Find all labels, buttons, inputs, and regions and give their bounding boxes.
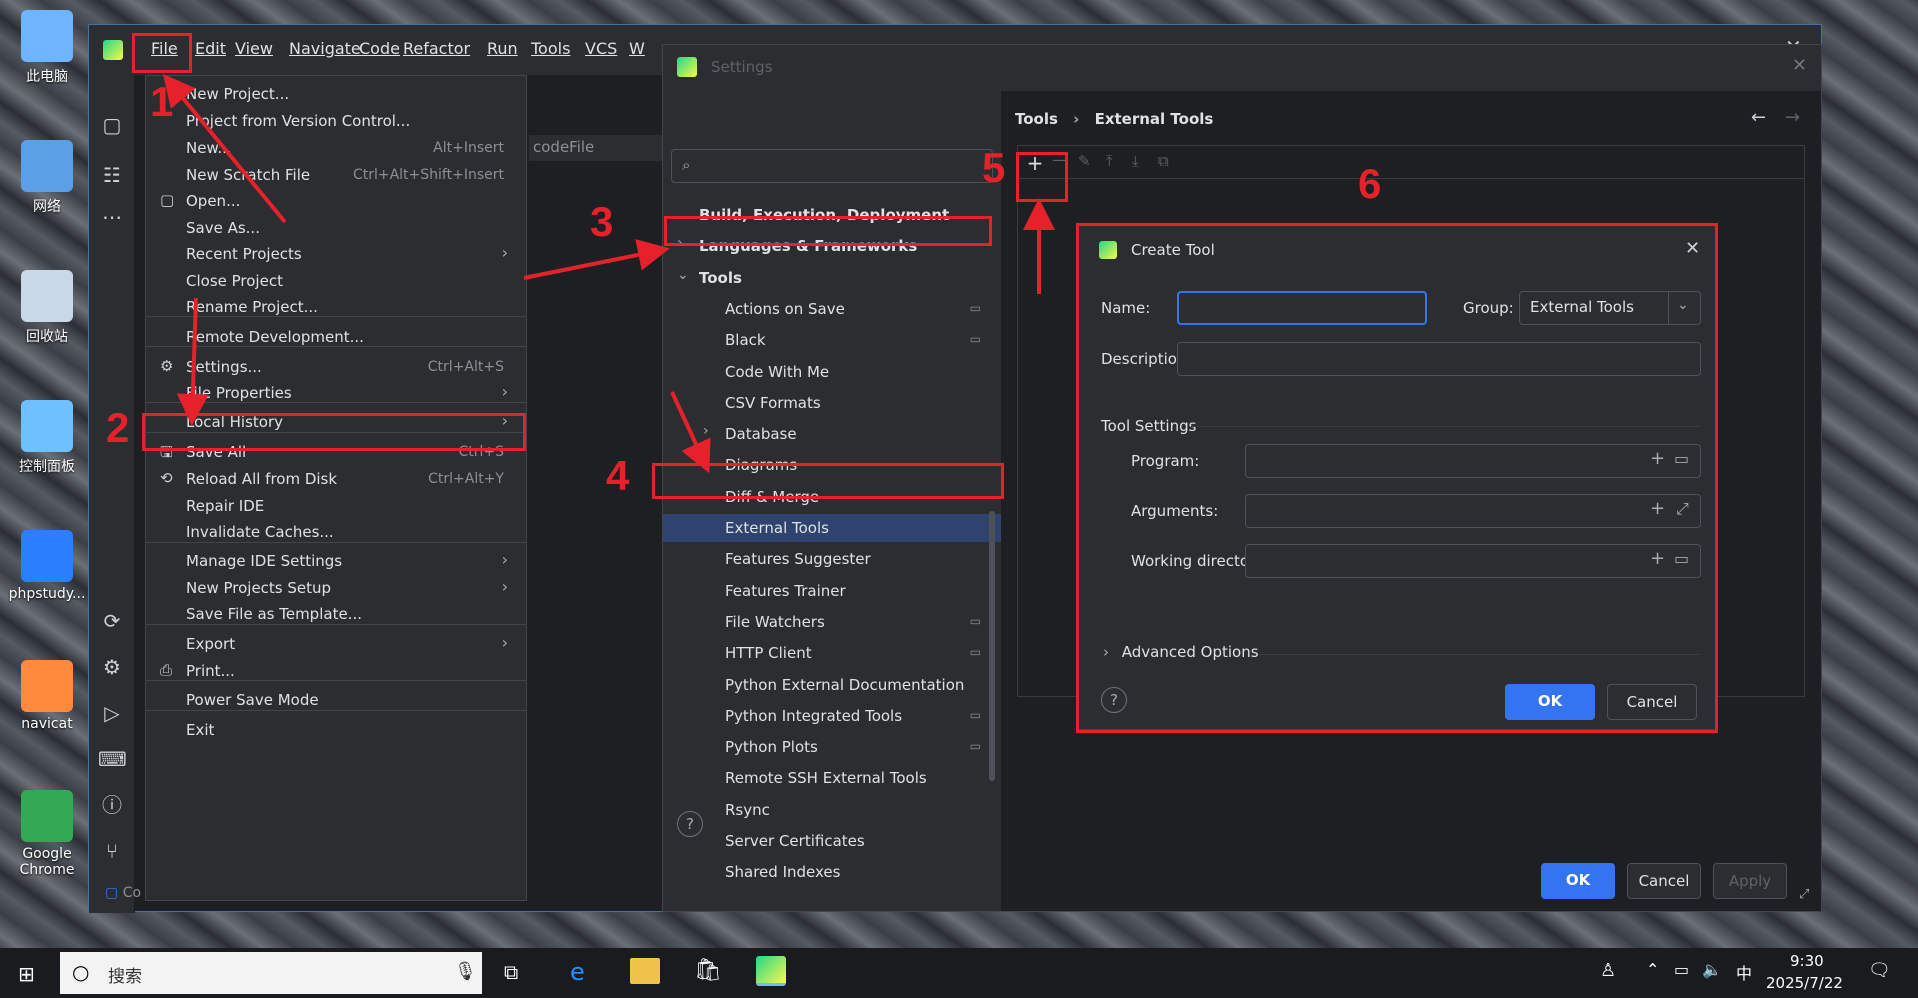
taskbar: ⊞ ○ 搜索 🎙 ⧉ e 🛍 ♙ ⌃ ▭ 🔈 中 9:30 2025/7/22 … [0, 948, 1918, 998]
network-tray-icon[interactable]: ▭ [1674, 960, 1689, 979]
annotation-number-1: 1 [150, 78, 174, 125]
tray-chevron-up-icon[interactable]: ⌃ [1646, 960, 1659, 979]
arrow-3 [523, 239, 670, 280]
search-icon: ○ [72, 960, 90, 984]
edge-icon[interactable]: e [570, 958, 585, 986]
microphone-icon[interactable]: 🎙 [454, 961, 477, 982]
file-explorer-icon[interactable] [630, 958, 660, 984]
arrow-4 [670, 391, 711, 474]
windows-start-icon[interactable]: ⊞ [18, 962, 35, 986]
annotation-number-4: 4 [606, 452, 630, 499]
annotation-number-6: 6 [1358, 160, 1382, 207]
taskbar-search[interactable]: ○ 搜索 🎙 [60, 952, 482, 994]
arrow-1 [162, 73, 287, 224]
annotation-number-2: 2 [106, 404, 130, 451]
clock-date[interactable]: 2025/7/22 [1766, 974, 1843, 992]
volume-icon[interactable]: 🔈 [1702, 960, 1722, 979]
people-icon[interactable]: ♙ [1600, 960, 1616, 981]
clock-time[interactable]: 9:30 [1790, 952, 1824, 970]
task-view-icon[interactable]: ⧉ [504, 960, 518, 984]
notification-center-icon[interactable]: 🗨 [1868, 960, 1891, 981]
annotation-arrows [162, 73, 1055, 474]
pycharm-taskbar-icon[interactable] [756, 956, 786, 986]
ime-indicator[interactable]: 中 [1736, 960, 1752, 984]
annotation-number-5: 5 [982, 144, 1006, 191]
store-icon[interactable]: 🛍 [694, 958, 722, 983]
taskbar-search-text: 搜索 [108, 967, 142, 987]
arrow-2 [176, 297, 209, 426]
annotation-number-3: 3 [590, 198, 614, 245]
